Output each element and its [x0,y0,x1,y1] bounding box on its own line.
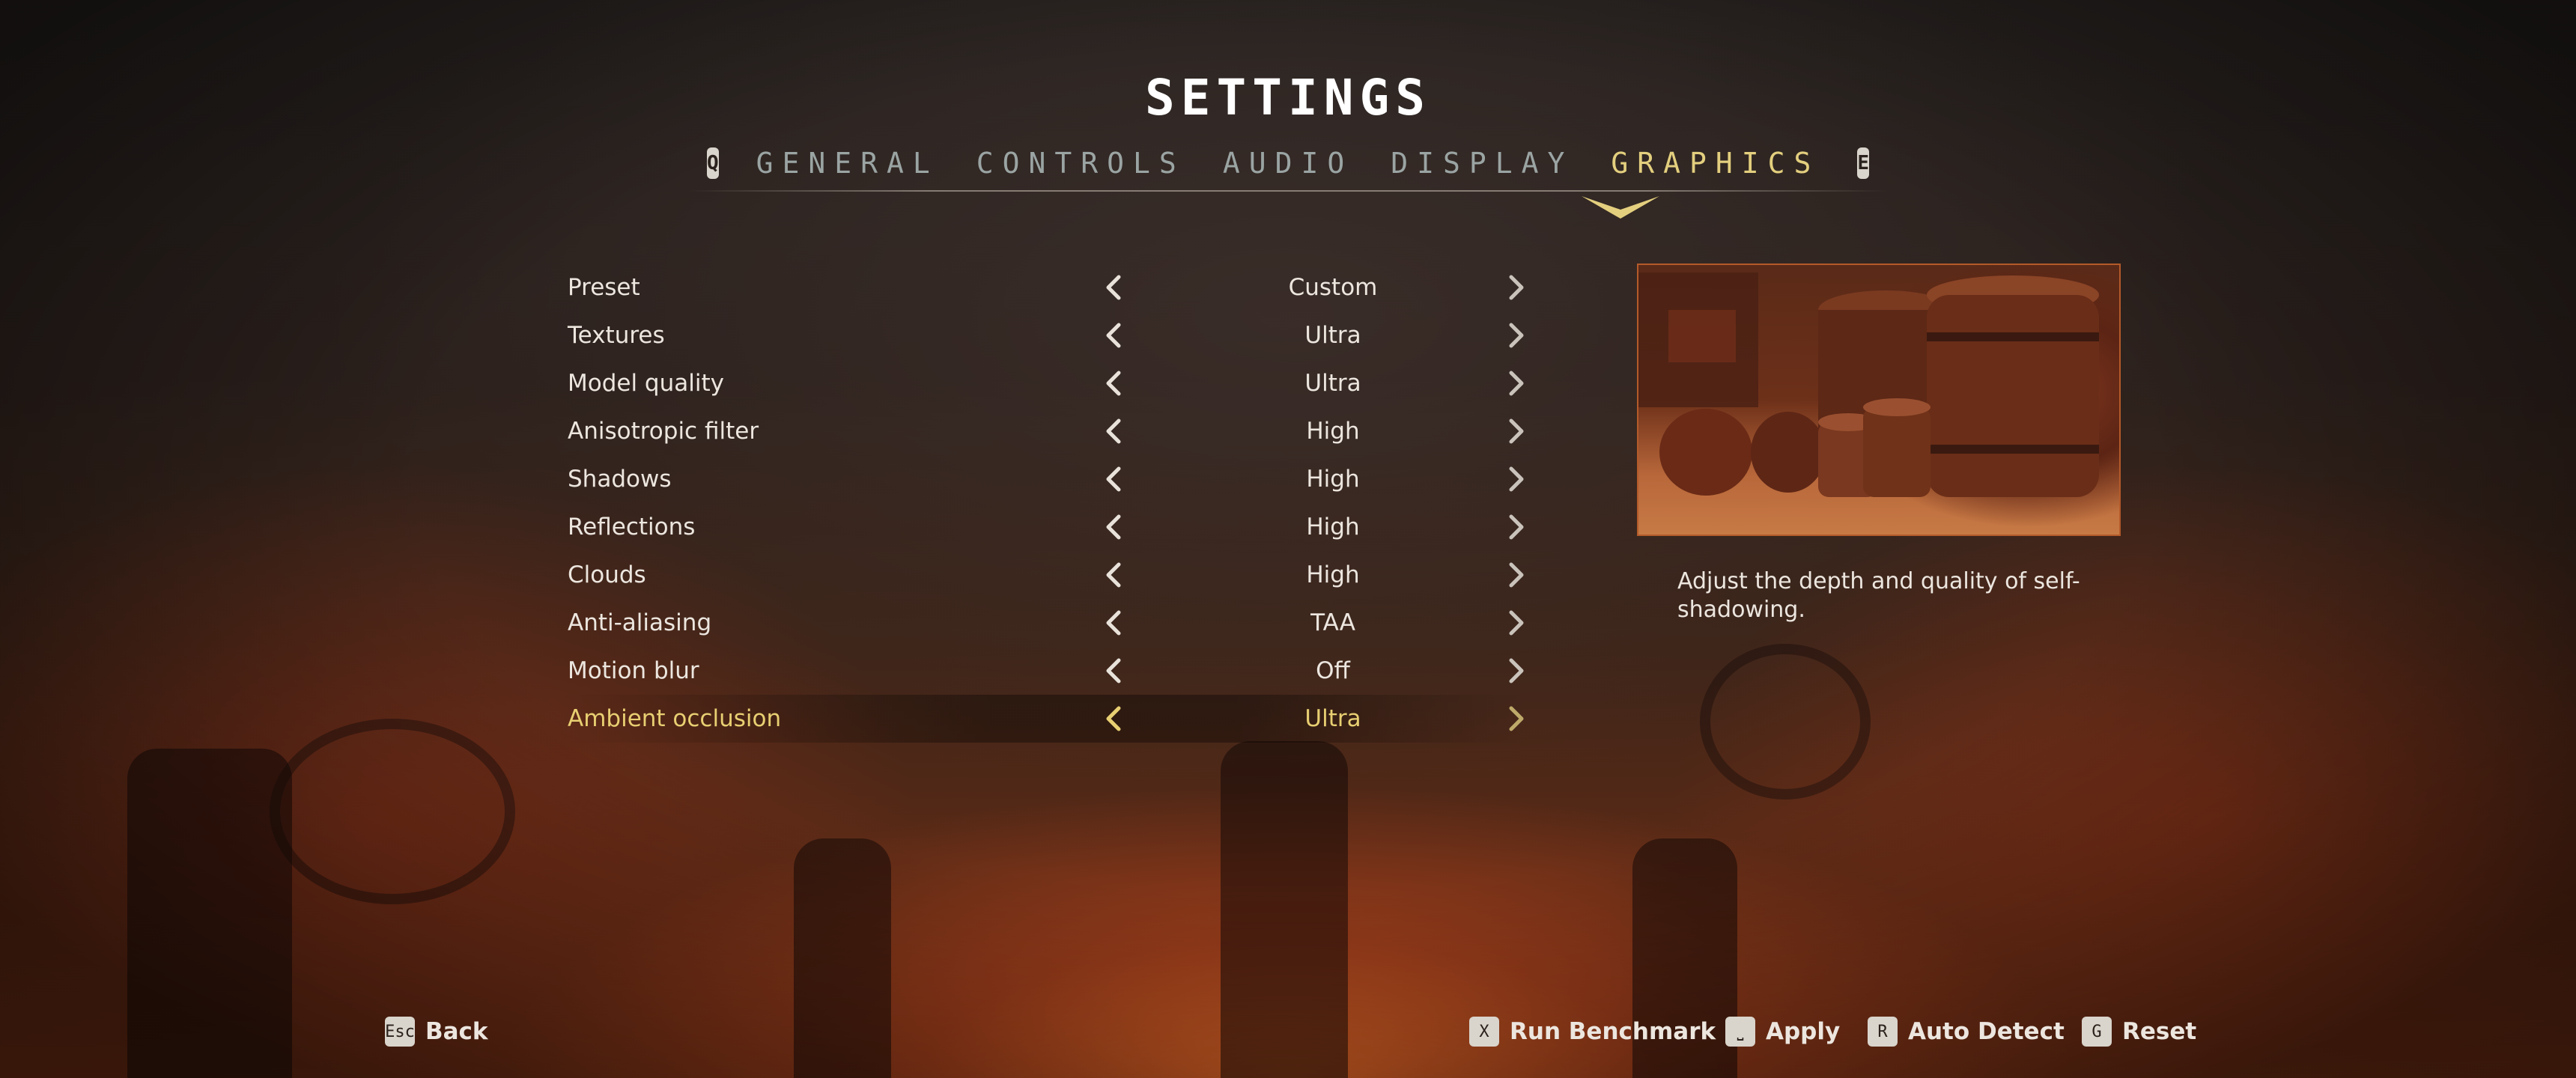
settings-list: Preset Custom Textures Ultra Model quality Ul… [554,264,1528,743]
setting-row[interactable]: Anisotropic filter High [554,407,1528,455]
setting-label: Anti-aliasing [568,609,712,636]
setting-value: Custom [1288,274,1378,301]
tab-general[interactable]: GENERAL [756,147,939,180]
setting-value: Off [1316,657,1350,684]
chevron-right-icon[interactable] [1501,320,1531,350]
run-benchmark-button[interactable]: X Run Benchmark [1469,1015,1716,1048]
setting-value: High [1306,561,1360,588]
setting-label: Textures [568,322,665,349]
setting-row[interactable]: Shadows High [554,455,1528,503]
setting-label: Reflections [568,514,696,540]
space-key-icon: ⎵ [1725,1017,1755,1047]
setting-label: Model quality [568,370,724,397]
chevron-right-icon[interactable] [1501,464,1531,494]
next-tab-key[interactable]: E [1857,147,1870,179]
setting-description: Adjust the depth and quality of self-sha… [1677,568,2080,623]
reset-button[interactable]: G Reset [2082,1015,2196,1048]
chevron-left-icon[interactable] [1099,704,1129,734]
r-key-icon: R [1868,1017,1898,1047]
setting-label: Ambient occlusion [568,705,782,732]
setting-row[interactable]: Motion blur Off [554,647,1528,695]
apply-button[interactable]: ⎵ Apply [1725,1015,1840,1048]
setting-label: Clouds [568,561,646,588]
chevron-right-icon[interactable] [1501,560,1531,590]
chevron-right-icon[interactable] [1501,368,1531,398]
run-benchmark-label: Run Benchmark [1510,1018,1716,1045]
back-label: Back [425,1018,488,1045]
prev-tab-key[interactable]: Q [706,147,719,179]
chevron-left-icon[interactable] [1099,320,1129,350]
chevron-right-icon[interactable] [1501,608,1531,638]
setting-row[interactable]: Textures Ultra [554,311,1528,359]
setting-row[interactable]: Clouds High [554,551,1528,599]
chevron-left-icon[interactable] [1099,656,1129,686]
chevron-right-icon[interactable] [1501,656,1531,686]
reset-label: Reset [2122,1018,2197,1045]
x-key-icon: X [1469,1017,1499,1047]
chevron-right-icon[interactable] [1501,416,1531,446]
chevron-left-icon[interactable] [1099,512,1129,542]
active-tab-indicator-icon [1582,196,1659,219]
setting-value: Ultra [1304,370,1361,397]
esc-key-icon: Esc [385,1017,415,1047]
setting-value: Ultra [1304,322,1361,349]
chevron-left-icon[interactable] [1099,416,1129,446]
setting-label: Preset [568,274,640,301]
page-title: SETTINGS [1145,69,1431,127]
setting-value: TAA [1310,609,1355,636]
chevron-left-icon[interactable] [1099,560,1129,590]
tab-audio[interactable]: AUDIO [1223,147,1353,180]
tab-divider [689,190,1887,192]
chevron-left-icon[interactable] [1099,464,1129,494]
tab-graphics[interactable]: GRAPHICS [1611,147,1820,180]
tab-display[interactable]: DISPLAY [1391,147,1573,180]
setting-value: High [1306,514,1360,540]
setting-row[interactable]: Ambient occlusion Ultra [554,695,1528,743]
chevron-left-icon[interactable] [1099,608,1129,638]
setting-value: High [1306,418,1360,445]
setting-row[interactable]: Anti-aliasing TAA [554,599,1528,647]
setting-label: Shadows [568,466,672,493]
preview-image [1637,264,2121,536]
barrels-illustration [1638,272,2099,497]
chevron-right-icon[interactable] [1501,272,1531,302]
back-button[interactable]: Esc Back [385,1015,488,1048]
tab-controls[interactable]: CONTROLS [976,147,1185,180]
apply-label: Apply [1766,1018,1841,1045]
setting-label: Motion blur [568,657,699,684]
setting-row[interactable]: Model quality Ultra [554,359,1528,407]
setting-label: Anisotropic filter [568,418,759,445]
setting-value: Ultra [1304,705,1361,732]
chevron-left-icon[interactable] [1099,272,1129,302]
chevron-right-icon[interactable] [1501,704,1531,734]
setting-value: High [1306,466,1360,493]
g-key-icon: G [2082,1017,2112,1047]
auto-detect-button[interactable]: R Auto Detect [1868,1015,2065,1048]
auto-detect-label: Auto Detect [1908,1018,2065,1045]
setting-row[interactable]: Reflections High [554,503,1528,551]
chevron-left-icon[interactable] [1099,368,1129,398]
chevron-right-icon[interactable] [1501,512,1531,542]
setting-row[interactable]: Preset Custom [554,264,1528,311]
tab-bar: Q GENERAL CONTROLS AUDIO DISPLAY GRAPHIC… [706,142,1870,184]
